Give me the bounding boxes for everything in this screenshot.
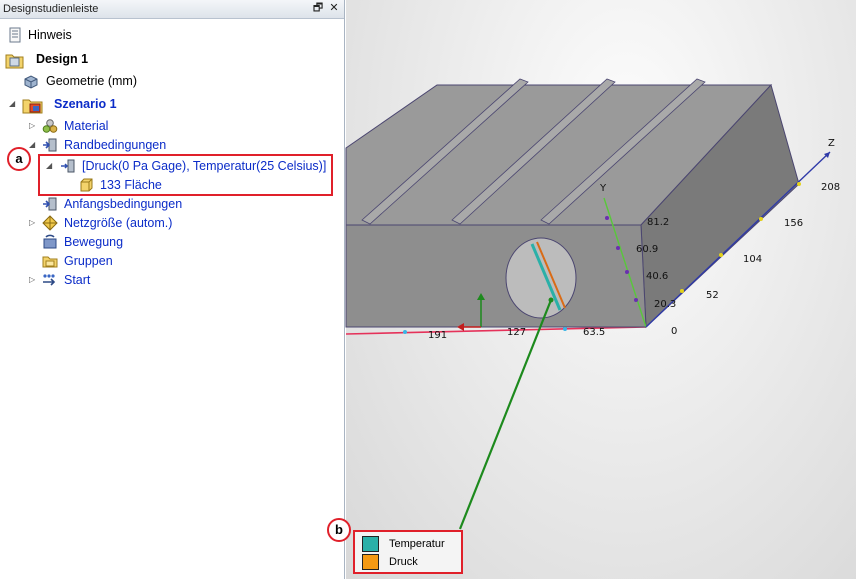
legend-swatch-temperature bbox=[362, 536, 379, 552]
z-tick-label: 52 bbox=[706, 290, 719, 301]
x-tick-label: 191 bbox=[428, 330, 447, 341]
x-tick-label: 127 bbox=[507, 327, 526, 338]
leader-line bbox=[458, 299, 553, 530]
y-tick-label: 40.6 bbox=[646, 271, 668, 282]
model-front-face bbox=[345, 224, 647, 328]
z-tick-label: 208 bbox=[821, 182, 840, 193]
y-axis-label: Y bbox=[599, 183, 607, 194]
callout-badge-b: b bbox=[327, 518, 351, 542]
y-tick-label: 81.2 bbox=[647, 217, 669, 228]
z-tick-label: 156 bbox=[784, 218, 803, 229]
z-tick-label: 104 bbox=[743, 254, 762, 265]
y-tick-label: 20.3 bbox=[654, 299, 676, 310]
legend-label-temperature: Temperatur bbox=[389, 538, 445, 550]
x-tick-label: 63.5 bbox=[583, 327, 605, 338]
z-axis-label: Z bbox=[828, 138, 835, 149]
legend-swatch-pressure bbox=[362, 554, 379, 570]
legend-label-pressure: Druck bbox=[389, 556, 418, 568]
boundary-legend: Temperatur Druck bbox=[353, 530, 463, 574]
y-tick-label: 60.9 bbox=[636, 244, 658, 255]
y-tick-label: 0 bbox=[671, 326, 677, 337]
model-scene: Y Z 81.2 60.9 40.6 20.3 0 52 104 156 208… bbox=[345, 78, 840, 530]
